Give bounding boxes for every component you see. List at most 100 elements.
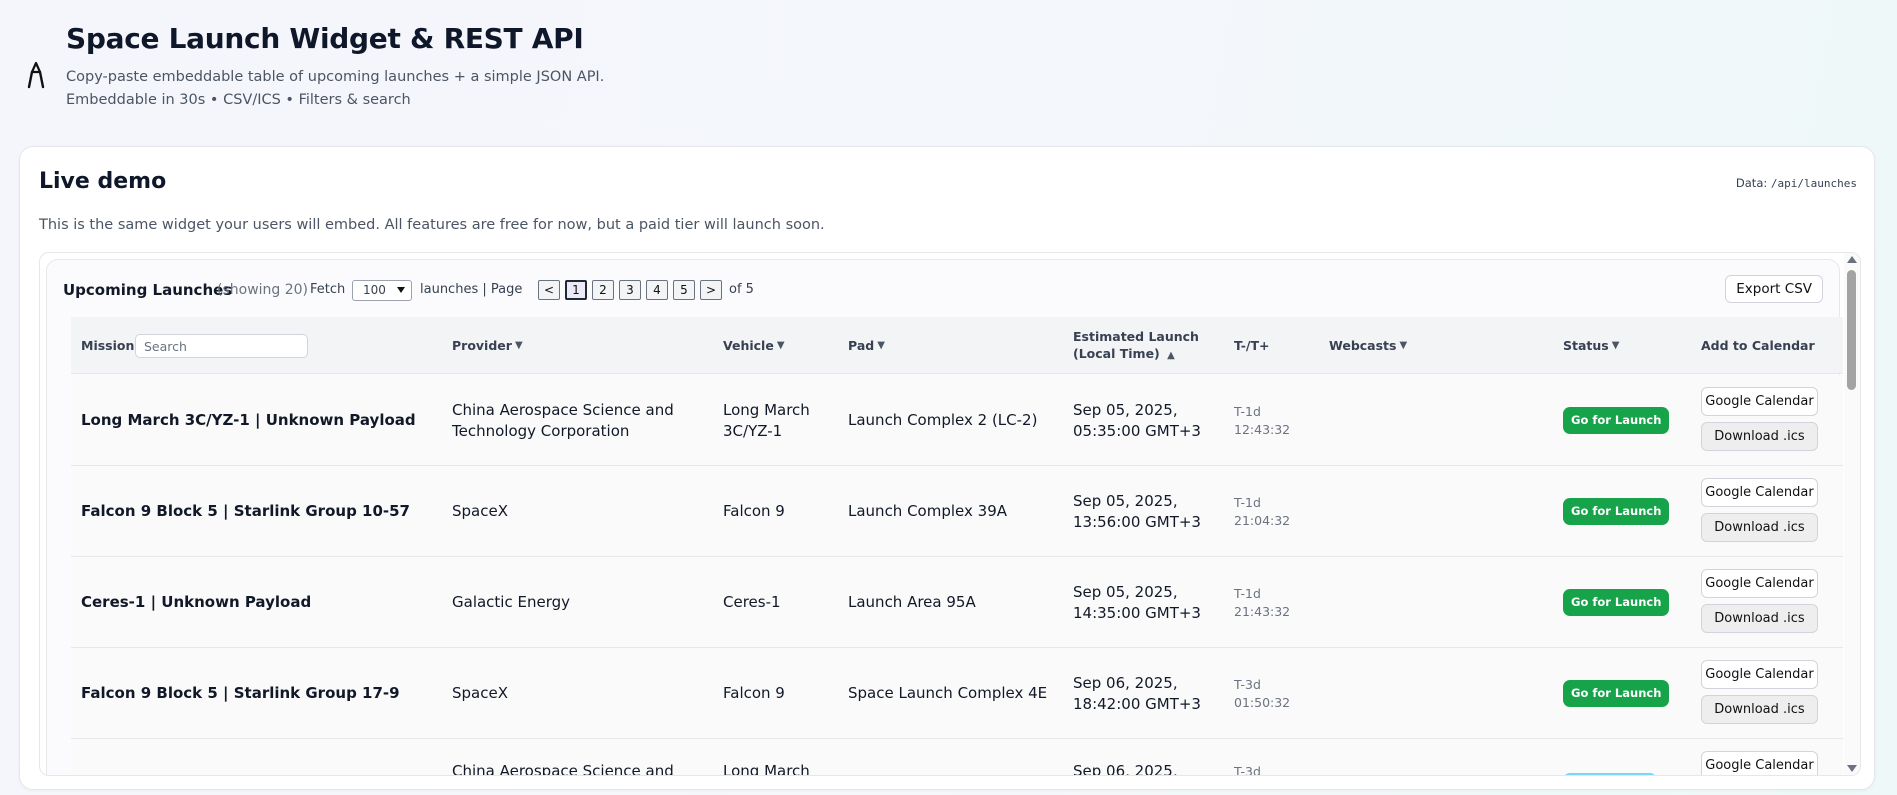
page-button-2[interactable]: 2 (592, 280, 614, 300)
countdown: T-1d 12:43:32 (1234, 375, 1290, 466)
col-webcasts[interactable]: Webcasts ▼ (1329, 317, 1407, 374)
status-badge: Go for Launch (1563, 589, 1670, 616)
col-webcasts-label: Webcasts (1329, 338, 1397, 353)
download-ics-button[interactable]: Download .ics (1701, 604, 1818, 633)
status-cell: Go for Launch (1563, 648, 1670, 739)
download-ics-button[interactable]: Download .ics (1701, 695, 1818, 724)
export-csv-button[interactable]: Export CSV (1725, 275, 1823, 303)
mission-name: Ceres-1 | Unknown Payload (81, 593, 312, 611)
mission-search-input[interactable] (135, 334, 308, 358)
status-cell: Go for Launch (1563, 466, 1670, 557)
provider-name: Galactic Energy (452, 593, 571, 611)
col-status-label: Status (1563, 338, 1609, 353)
col-calendar-label: Add to Calendar (1701, 338, 1815, 353)
scrollbar[interactable] (1844, 253, 1860, 775)
google-calendar-button[interactable]: Google Calendar (1701, 478, 1818, 507)
widget-iframe: Upcoming Launches (showing 20) Fetch 100… (39, 252, 1861, 776)
col-tminus-label: T-/T+ (1234, 338, 1270, 353)
select-caret-icon (397, 287, 405, 293)
launch-time: Sep 06, 2025, (1073, 762, 1178, 776)
rocket-logo-icon (27, 61, 45, 89)
col-provider-label: Provider (452, 338, 512, 353)
google-calendar-button[interactable]: Google Calendar (1701, 387, 1818, 416)
google-calendar-button[interactable]: Google Calendar (1701, 751, 1818, 775)
countdown-days: T-3d (1234, 764, 1261, 776)
launches-page-label: launches | Page (420, 282, 523, 297)
table-header: Mission Provider ▼ Vehicle ▼ Pad ▼ Estim… (71, 317, 1843, 374)
col-vehicle-label: Vehicle (723, 338, 774, 353)
page-button-1[interactable]: 1 (565, 280, 587, 300)
vehicle-name: Long March (723, 762, 810, 776)
col-pad[interactable]: Pad ▼ (848, 317, 885, 374)
countdown: T-1d 21:04:32 (1234, 466, 1290, 557)
countdown-time: 01:50:32 (1234, 694, 1291, 710)
page-total-label: of 5 (729, 282, 754, 297)
col-mission: Mission (81, 317, 134, 374)
widget-title: Upcoming Launches (63, 281, 233, 299)
scroll-up-icon[interactable] (1847, 256, 1857, 263)
page-button-4[interactable]: 4 (646, 280, 668, 300)
download-ics-button[interactable]: Download .ics (1701, 422, 1818, 451)
pad-name: Space Launch Complex 4E (848, 684, 1048, 702)
col-launch-text: Estimated Launch (Local Time) (1073, 328, 1199, 361)
provider-name: China Aerospace Science and (452, 762, 674, 776)
launch-time: Sep 06, 2025, 18:42:00 GMT+3 (1073, 673, 1201, 713)
page-button-3[interactable]: 3 (619, 280, 641, 300)
status-badge: Go for Launch (1563, 680, 1670, 707)
vehicle-name: Long March 3C/YZ-1 (723, 400, 810, 440)
countdown-days: T-1d (1234, 585, 1261, 601)
table-row: China Aerospace Science and Long March S… (71, 739, 1843, 776)
live-demo-description: This is the same widget your users will … (39, 217, 825, 233)
status-badge: Go for Launch (1563, 407, 1670, 434)
page-title: Space Launch Widget & REST API (66, 22, 584, 55)
prev-page-button[interactable]: < (538, 280, 560, 300)
countdown-days: T-3d (1234, 676, 1261, 692)
pad-name: Launch Complex 2 (LC-2) (848, 411, 1038, 429)
vehicle-name: Ceres-1 (723, 593, 781, 611)
scroll-down-icon[interactable] (1847, 765, 1857, 772)
table-row: Falcon 9 Block 5 | Starlink Group 10-57 … (71, 466, 1843, 557)
sort-down-icon: ▼ (877, 340, 885, 351)
data-source-label: Data: /api/launches (1736, 176, 1857, 190)
provider-name: SpaceX (452, 502, 508, 520)
col-vehicle[interactable]: Vehicle ▼ (723, 317, 785, 374)
launch-time: Sep 05, 2025, 14:35:00 GMT+3 (1073, 582, 1201, 622)
sort-down-icon: ▼ (1611, 340, 1620, 351)
col-provider[interactable]: Provider ▼ (452, 317, 523, 374)
page-subtitle: Copy-paste embeddable table of upcoming … (66, 69, 605, 85)
countdown-days: T-1d (1234, 403, 1261, 419)
download-ics-button[interactable]: Download .ics (1701, 513, 1818, 542)
google-calendar-button[interactable]: Google Calendar (1701, 660, 1818, 689)
vehicle-name: Falcon 9 (723, 502, 785, 520)
col-calendar: Add to Calendar (1701, 317, 1815, 374)
provider-name: China Aerospace Science and Technology C… (452, 400, 674, 440)
mission-name: Long March 3C/YZ-1 | Unknown Payload (81, 411, 416, 429)
col-pad-label: Pad (848, 338, 875, 353)
table-row: Long March 3C/YZ-1 | Unknown Payload Chi… (71, 375, 1843, 466)
countdown-time: 12:43:32 (1234, 421, 1291, 437)
col-launch-label: Estimated Launch (Local Time) ▲ (1073, 328, 1223, 364)
launch-time: Sep 05, 2025, 05:35:00 GMT+3 (1073, 400, 1201, 440)
page-button-5[interactable]: 5 (673, 280, 695, 300)
page-tagline: Embeddable in 30s • CSV/ICS • Filters & … (66, 92, 411, 108)
countdown-time: 21:04:32 (1234, 512, 1291, 528)
col-launch[interactable]: Estimated Launch (Local Time) ▲ (1073, 317, 1223, 374)
launch-time: Sep 05, 2025, 13:56:00 GMT+3 (1073, 491, 1201, 531)
fetch-count-select[interactable]: 100 (352, 280, 412, 301)
table-row: Ceres-1 | Unknown Payload Galactic Energ… (71, 557, 1843, 648)
next-page-button[interactable]: > (700, 280, 722, 300)
fetch-count-value: 100 (363, 283, 386, 297)
sort-down-icon: ▼ (1399, 340, 1408, 351)
mission-name: Falcon 9 Block 5 | Starlink Group 17-9 (81, 684, 400, 702)
fetch-label: Fetch (310, 282, 346, 297)
status-badge (1563, 773, 1657, 775)
live-demo-card: Live demo Data: /api/launches This is th… (19, 146, 1875, 790)
countdown-time: 21:43:32 (1234, 603, 1291, 619)
google-calendar-button[interactable]: Google Calendar (1701, 569, 1818, 598)
status-badge: Go for Launch (1563, 498, 1670, 525)
sort-up-icon: ▲ (1167, 349, 1175, 361)
launch-widget: Upcoming Launches (showing 20) Fetch 100… (46, 259, 1843, 776)
scrollbar-thumb[interactable] (1847, 270, 1856, 390)
pad-name: Launch Area 95A (848, 593, 976, 611)
col-status[interactable]: Status ▼ (1563, 317, 1619, 374)
